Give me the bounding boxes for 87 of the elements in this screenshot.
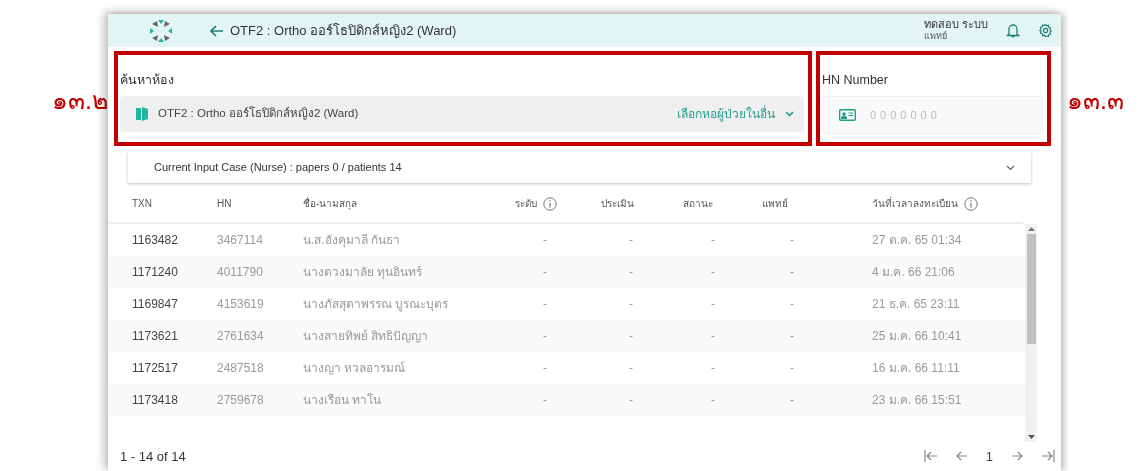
table-cell: นางดวงมาลัย ทุนอินทร์ bbox=[303, 265, 423, 280]
column-header: ชื่อ-นามสกุล bbox=[303, 196, 358, 212]
page-number[interactable]: 1 bbox=[985, 446, 993, 467]
table-cell-text: - bbox=[628, 233, 633, 248]
column-header: HN bbox=[217, 197, 232, 212]
table-cell-text: - bbox=[710, 265, 715, 280]
first-page-icon[interactable] bbox=[923, 450, 938, 463]
last-page-icon[interactable] bbox=[1041, 450, 1055, 463]
table-cell: นางญา หวลอารมณ์ bbox=[303, 361, 406, 376]
table-cell: นางสายทิพย์ สิทธิปัญญา bbox=[303, 329, 429, 344]
table-cell-text: - bbox=[789, 297, 794, 312]
table-cell-text: - bbox=[710, 297, 715, 312]
table-cell-text: - bbox=[542, 233, 547, 248]
hn-search-field[interactable]: 0000000 bbox=[822, 96, 1043, 134]
page-title: OTF2 : Ortho ออร์โธปิดิกส์หญิง2 (Ward) bbox=[230, 21, 457, 40]
table-cell: น.ส.อังคุมาลี กันธา bbox=[303, 233, 400, 248]
chevron-down-icon bbox=[785, 111, 794, 117]
next-page-icon[interactable] bbox=[1011, 450, 1023, 463]
table-cell-text: - bbox=[789, 393, 794, 408]
annotation-label: ๑๓.๓ bbox=[1067, 88, 1124, 116]
column-header: วันที่เวลาลงทะเบียน bbox=[872, 196, 958, 212]
table-cell: 1169847 bbox=[132, 297, 178, 312]
pagination-range: 1 - 14 of 14 bbox=[120, 447, 186, 466]
scroll-down-icon[interactable] bbox=[1027, 434, 1035, 439]
table-cell: 4 ม.ค. 66 21:06 bbox=[872, 265, 955, 280]
table-cell: 1171240 bbox=[132, 265, 178, 280]
table-cell: 3467114 bbox=[217, 233, 263, 248]
previous-page-icon[interactable] bbox=[955, 450, 968, 463]
table-cell-text: - bbox=[628, 361, 633, 376]
column-header: สถานะ bbox=[683, 197, 713, 212]
column-header: TXN bbox=[132, 197, 152, 212]
room-value: OTF2 : Ortho ออร์โธปิดิกส์หญิง2 (Ward) bbox=[158, 105, 359, 122]
table-cell-text: - bbox=[789, 329, 794, 344]
table-cell: 23 ม.ค. 66 15:51 bbox=[872, 393, 962, 408]
table-cell: 16 ม.ค. 66 11:11 bbox=[872, 361, 960, 376]
table-cell-text: - bbox=[789, 265, 794, 280]
table-cell-text: - bbox=[710, 233, 715, 248]
table-cell: 25 ม.ค. 66 10:41 bbox=[872, 329, 962, 344]
bell-icon[interactable] bbox=[1006, 23, 1020, 39]
table-cell-text: - bbox=[789, 233, 794, 248]
field-label: ค้นหาห้อง bbox=[120, 72, 175, 90]
table-cell-text: - bbox=[710, 361, 715, 376]
case-summary: Current Input Case (Nurse) : papers 0 / patients 14 bbox=[154, 160, 402, 176]
id-card-icon bbox=[839, 109, 856, 121]
logo-icon bbox=[148, 17, 174, 44]
hn-input-field[interactable]: 0000000 bbox=[868, 105, 1018, 125]
table-cell: 2487518 bbox=[217, 361, 264, 376]
table-cell: 21 ธ.ค. 65 23:11 bbox=[872, 297, 960, 312]
table-cell-text: - bbox=[628, 297, 633, 312]
table-cell-text: - bbox=[542, 329, 547, 344]
user-name: ทดสอบ ระบบ bbox=[923, 17, 988, 30]
table-cell-text: - bbox=[542, 361, 547, 376]
table-cell-text: - bbox=[628, 329, 633, 344]
info-icon[interactable] bbox=[964, 196, 978, 211]
column-header: ระดับ bbox=[515, 197, 537, 212]
scrollbar[interactable] bbox=[1025, 224, 1037, 442]
table-cell: 27 ต.ค. 65 01:34 bbox=[872, 233, 962, 248]
settings-icon[interactable] bbox=[1038, 23, 1053, 39]
table-cell: 4153619 bbox=[217, 297, 264, 312]
table-cell: 2759678 bbox=[217, 393, 264, 408]
column-header: แพทย์ bbox=[762, 197, 788, 212]
room-search-field[interactable]: OTF2 : Ortho ออร์โธปิดิกส์หญิง2 (Ward) เลือกหอผู้ป่วยในอื่น bbox=[120, 96, 804, 132]
table-cell: 1173418 bbox=[132, 393, 178, 408]
table-cell: นางภัสสุดาพรรณ บูรณะบุตร bbox=[303, 297, 449, 312]
table-cell-text: - bbox=[710, 393, 715, 408]
table-cell-text: - bbox=[628, 265, 633, 280]
column-header: ประเมิน bbox=[601, 197, 634, 212]
door-icon bbox=[136, 107, 148, 121]
table-cell: 1172517 bbox=[132, 361, 178, 376]
table-cell-text: - bbox=[710, 329, 715, 344]
table-cell-text: - bbox=[542, 393, 547, 408]
back-arrow-icon[interactable] bbox=[210, 24, 224, 37]
table-cell: นางเรือน ทาโน bbox=[303, 393, 382, 408]
table-cell-text: - bbox=[542, 297, 547, 312]
info-icon[interactable] bbox=[543, 196, 557, 211]
user-role: แพทย์ bbox=[923, 29, 948, 43]
table-cell-text: - bbox=[789, 361, 794, 376]
table-cell: 1173621 bbox=[132, 329, 178, 344]
table-cell: 2761634 bbox=[217, 329, 264, 344]
table-cell-text: - bbox=[628, 393, 633, 408]
table-cell-text: - bbox=[542, 265, 547, 280]
table-cell: 4011790 bbox=[217, 265, 263, 280]
annotation-label: ๑๓.๒ bbox=[52, 88, 108, 113]
scroll-up-icon[interactable] bbox=[1027, 227, 1035, 232]
table-cell: 1163482 bbox=[132, 233, 178, 248]
case-panel[interactable]: Current Input Case (Nurse) : papers 0 / patients 14 bbox=[128, 152, 1031, 184]
field-label: HN Number bbox=[822, 72, 889, 90]
